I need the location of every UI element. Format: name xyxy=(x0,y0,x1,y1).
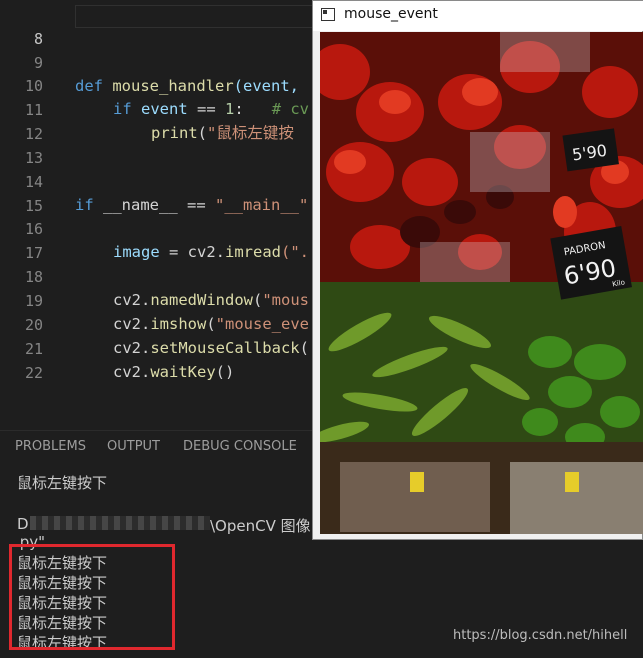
window-app-icon xyxy=(321,8,335,21)
window-title: mouse_event xyxy=(344,6,438,22)
tab-output[interactable]: OUTPUT xyxy=(107,439,160,454)
redacted-path xyxy=(30,516,210,530)
vegetable-photo: PADRON 6'90 Kilo 5'90 xyxy=(320,32,643,534)
output-path-suffix: \OpenCV 图像 xyxy=(210,517,311,535)
line-number: 22 xyxy=(24,363,43,382)
mouse-event-window[interactable]: mouse_event PADRON 6'90 Kilo 5'90 xyxy=(312,0,643,540)
image-canvas[interactable]: PADRON 6'90 Kilo 5'90 xyxy=(320,32,643,534)
watermark: https://blog.csdn.net/hihell xyxy=(453,628,628,643)
highlight-box xyxy=(9,544,175,650)
tab-debug-console[interactable]: DEBUG CONSOLE xyxy=(183,439,297,454)
window-titlebar[interactable]: mouse_event xyxy=(313,1,643,31)
output-path-prefix: D xyxy=(17,515,29,533)
tab-problems[interactable]: PROBLEMS xyxy=(15,439,86,454)
output-line: 鼠标左键按下 xyxy=(17,474,108,492)
